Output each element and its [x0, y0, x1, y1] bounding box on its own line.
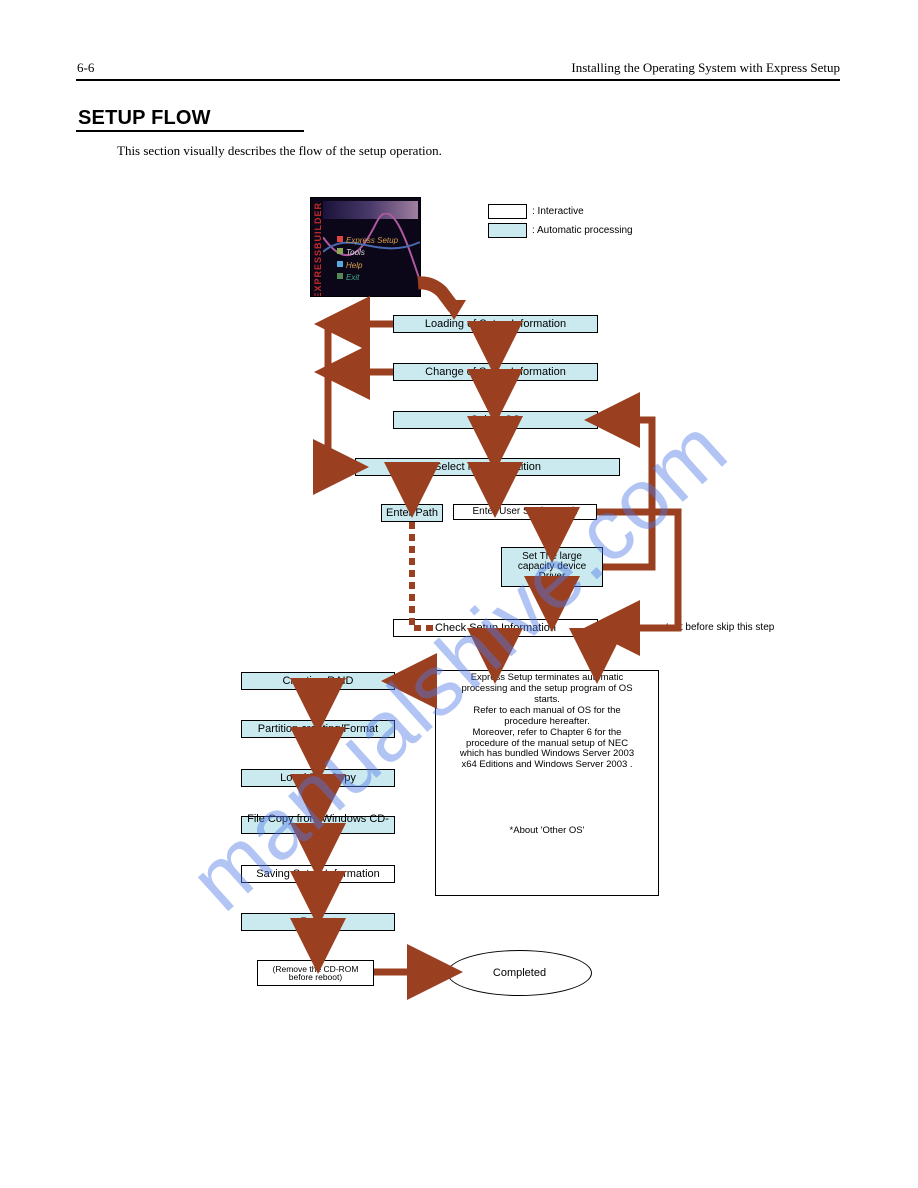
app-top-graphic — [323, 201, 418, 219]
step-enter-user-path: Enter User Setting Path — [453, 504, 597, 520]
step-select-os: Select OS — [393, 411, 598, 429]
header-rule — [76, 79, 840, 81]
step-change-config: Change of Setup Information — [393, 363, 598, 381]
page-number: 6-6 — [77, 60, 94, 76]
step-local-file-copy: Local File Copy — [241, 769, 395, 787]
step-partition-format: Partition creating/Format — [241, 720, 395, 738]
legend-interactive-label: : Interactive — [532, 206, 584, 217]
note-check-skip: Check the content before skip this step — [602, 622, 774, 633]
step-reboot-hint: (Remove the CD-ROM before reboot) — [257, 960, 374, 986]
step-reboot: Reboot — [241, 913, 395, 931]
app-menu-tools: Tools — [337, 247, 398, 259]
step-completed: Completed — [447, 950, 592, 996]
legend-interactive-swatch — [488, 204, 527, 219]
step-set-driver: Set The large capacity device Driver — [501, 547, 603, 587]
step-saving-setup: Saving Setup Information — [241, 865, 395, 883]
legend-auto-label: : Automatic processing — [532, 225, 633, 236]
legend-auto-swatch — [488, 223, 527, 238]
auto-note-l5: procedure hereafter. — [440, 717, 654, 728]
step-select-media: Select Media/Partition — [355, 458, 620, 476]
intro-text: This section visually describes the flow… — [117, 143, 442, 159]
page-header-title: Installing the Operating System with Exp… — [571, 60, 840, 76]
app-menu-exit: Exit — [337, 272, 398, 284]
page: 6-6 Installing the Operating System with… — [0, 0, 918, 1188]
section-underline — [76, 130, 304, 132]
auto-note-l16: *About 'Other OS' — [440, 826, 654, 837]
app-sidebar-label: EXPRESSBUILDER — [313, 202, 323, 297]
flow-arrows — [0, 0, 918, 1188]
auto-processing-note: Express Setup terminates automatic proce… — [435, 670, 659, 896]
section-title: SETUP FLOW — [78, 107, 211, 130]
step-enter-path: Enter Path — [381, 504, 443, 522]
step-check-setup: Check Setup Information — [393, 619, 598, 637]
step-creating-raid: Creating RAID — [241, 672, 395, 690]
step-load-config: Loading of Setup Information — [393, 315, 598, 333]
app-menu-express-setup: Express Setup — [337, 235, 398, 247]
app-menu-help: Help — [337, 260, 398, 272]
app-menu: Express Setup Tools Help Exit — [337, 235, 398, 285]
step-file-copy-cd: File Copy from Windows CD-ROM — [241, 816, 395, 834]
auto-note-l7: Moreover, refer to Chapter 6 for the — [440, 728, 654, 739]
expressbuilder-screenshot: EXPRESSBUILDER Express Setup Tools Help … — [310, 197, 421, 297]
